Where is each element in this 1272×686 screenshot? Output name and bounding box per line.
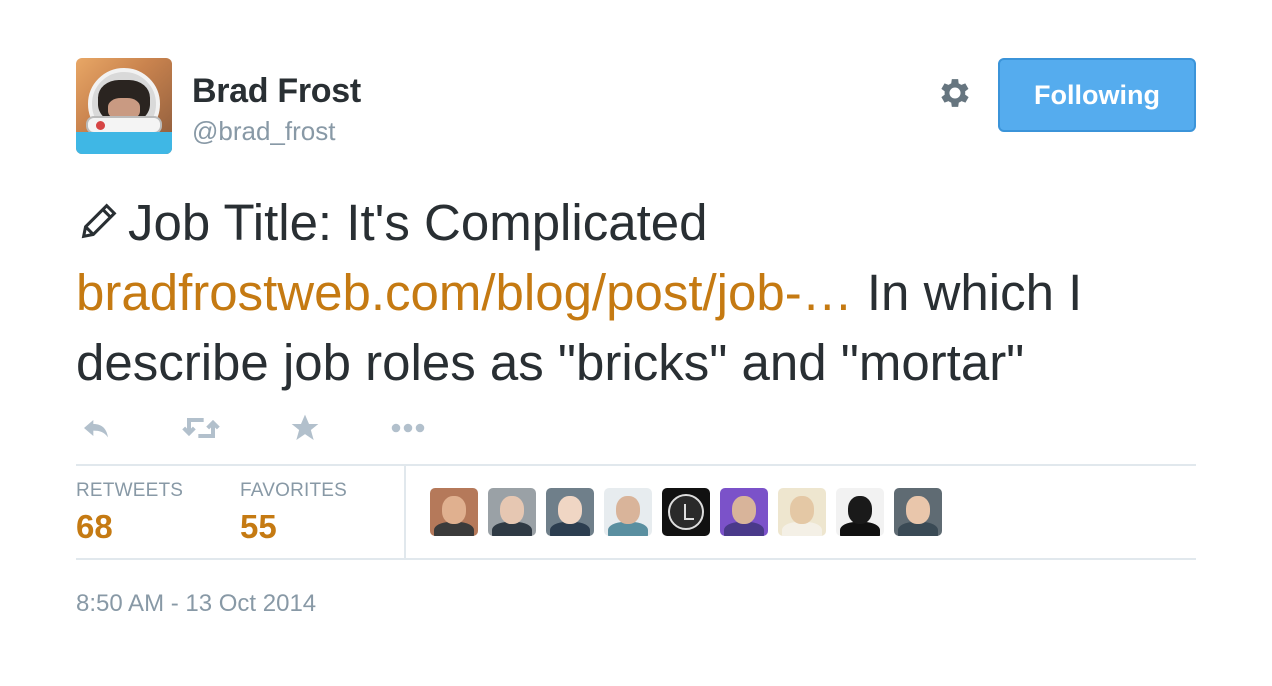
favoriter-body [608,522,648,536]
favoriter-avatar[interactable] [836,488,884,536]
tweet-text-line1: Job Title: It's Complicated [128,194,708,251]
favorites-count: 55 [240,508,277,545]
retweet-icon[interactable] [180,412,222,444]
favoriter-avatar[interactable] [546,488,594,536]
tweet-header: Brad Frost @brad_frost Following [76,58,1196,154]
favoriter-body [550,522,590,536]
tweet-text: Job Title: It's Complicated bradfrostweb.… [76,188,1196,398]
tweet-stats: RETWEETS 68 FAVORITES 55 [76,466,1196,558]
favoriter-body [434,522,474,536]
favorites-label: FAVORITES [240,480,348,501]
favoriter-head [848,496,872,524]
favoriter-head [500,496,524,524]
favoriter-body [724,522,764,536]
stats-separator [404,466,406,558]
favoriter-body [492,522,532,536]
author-name[interactable]: Brad Frost [192,72,361,111]
favoriter-body [840,522,880,536]
favoriter-avatar[interactable] [894,488,942,536]
tweet-link[interactable]: bradfrostweb.com/blog/post/job-… [76,264,853,321]
reply-icon[interactable] [78,412,114,444]
favoriter-avatar[interactable] [430,488,478,536]
tweet-timestamp[interactable]: 8:50 AM - 13 Oct 2014 [76,590,1196,618]
favoriter-head [616,496,640,524]
favoriter-logo-letter [684,504,694,520]
favoriter-body [782,522,822,536]
retweets-label: RETWEETS [76,480,184,501]
favoriters-list [430,488,942,536]
favoriter-head [558,496,582,524]
author-avatar[interactable] [76,58,172,154]
favoriter-logo [668,494,704,530]
favoriter-avatar[interactable] [604,488,652,536]
favoriter-avatar[interactable] [488,488,536,536]
star-icon[interactable] [288,412,322,444]
favoriter-avatar[interactable] [720,488,768,536]
avatar-shirt [76,132,172,154]
divider-bottom [76,558,1196,560]
tweet-actions [76,408,1196,464]
favorites-stat[interactable]: FAVORITES 55 [240,480,347,546]
favoriter-head [790,496,814,524]
tweet-card: Brad Frost @brad_frost Following Job Tit… [76,58,1196,618]
favoriter-avatar[interactable] [778,488,826,536]
favoriter-head [732,496,756,524]
retweets-count: 68 [76,508,113,545]
retweets-stat[interactable]: RETWEETS 68 [76,480,183,546]
pencil-icon [81,203,117,239]
favoriter-head [442,496,466,524]
favoriter-head [906,496,930,524]
more-icon[interactable] [388,412,428,444]
favoriter-avatar[interactable] [662,488,710,536]
gear-icon[interactable] [936,74,974,112]
following-button[interactable]: Following [998,58,1196,132]
favoriter-body [898,522,938,536]
author-handle[interactable]: @brad_frost [192,116,335,147]
